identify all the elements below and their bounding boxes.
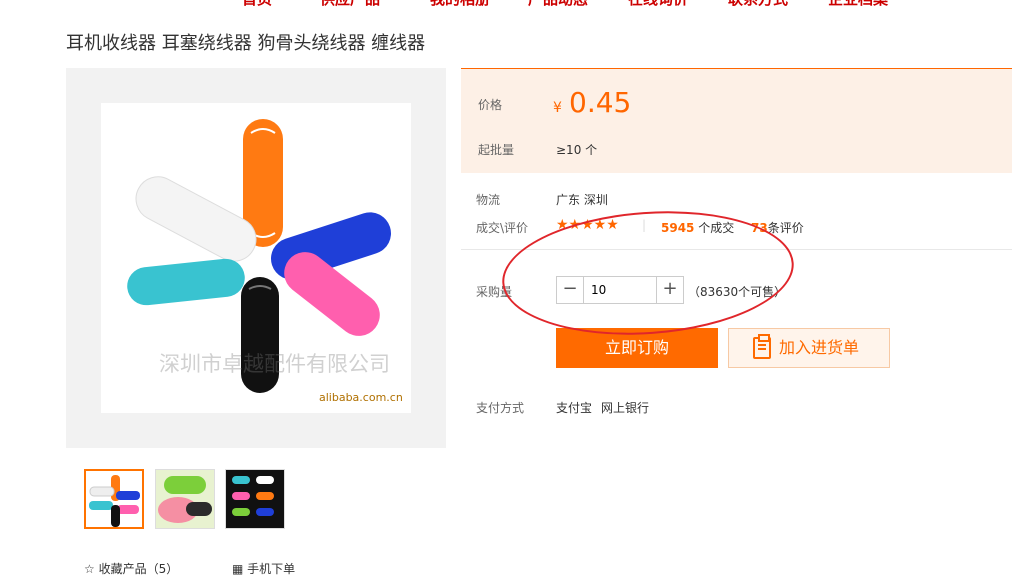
divider: [461, 249, 1012, 250]
price-label: 价格: [478, 98, 503, 112]
reviews-suffix: 条评价: [767, 221, 804, 235]
nav-news[interactable]: 产品动态: [528, 0, 588, 9]
reviews-row[interactable]: 73条评价: [751, 219, 804, 236]
main-product-image[interactable]: 深圳市卓越配件有限公司 alibaba.com.cn: [101, 103, 411, 413]
add-to-cart-label: 加入进货单: [779, 338, 860, 357]
mobile-order-label: 手机下单: [247, 562, 296, 576]
payment-label: 支付方式: [476, 401, 525, 415]
top-navigation: 首页 供应产品 我的相册 产品动态 在线询价 联系方式 企业档案: [0, 0, 1012, 10]
payment-online-bank: 网上银行: [601, 401, 650, 415]
product-gallery: 深圳市卓越配件有限公司 alibaba.com.cn: [66, 68, 446, 448]
increase-quantity-button[interactable]: +: [656, 277, 683, 303]
quantity-label: 采购量: [476, 285, 513, 299]
product-title: 耳机收线器 耳塞绕线器 狗骨头绕线器 缠线器: [66, 33, 426, 54]
deals-count-row[interactable]: 5945 个成交: [661, 219, 734, 236]
deals-count: 5945: [661, 221, 695, 235]
logistics-label: 物流: [476, 193, 501, 207]
star-outline-icon: ☆: [84, 562, 95, 576]
qr-code-icon: ▦: [232, 562, 244, 576]
nav-album[interactable]: 我的相册: [430, 0, 490, 9]
watermark: 深圳市卓越配件有限公司: [159, 352, 390, 376]
deals-divider: |: [642, 218, 647, 232]
moq-label: 起批量: [478, 143, 515, 157]
nav-home[interactable]: 首页: [242, 0, 272, 9]
nav-products[interactable]: 供应产品: [320, 0, 380, 9]
quantity-stepper: − +: [556, 276, 684, 304]
moq-value: ≥10 个: [556, 143, 598, 157]
thumbnail-2[interactable]: [155, 469, 215, 529]
add-to-cart-button[interactable]: 加入进货单: [728, 328, 890, 368]
buy-now-button[interactable]: 立即订购: [556, 328, 718, 368]
nav-profile[interactable]: 企业档案: [828, 0, 888, 9]
currency-symbol: ¥: [553, 100, 562, 116]
favorite-label: 收藏产品（5）: [98, 562, 179, 576]
price-value: 0.45: [569, 86, 632, 119]
clipboard-icon: [753, 334, 771, 359]
quantity-input[interactable]: [585, 278, 661, 302]
price-panel: [461, 68, 1012, 173]
deals-count-suffix: 个成交: [698, 221, 735, 235]
decrease-quantity-button[interactable]: −: [557, 277, 584, 303]
alibaba-source-text: alibaba.com.cn: [319, 391, 403, 404]
thumbnail-3[interactable]: [225, 469, 285, 529]
thumbnail-1[interactable]: [84, 469, 144, 529]
logistics-value: 广东 深圳: [556, 193, 608, 207]
nav-inquiry[interactable]: 在线询价: [628, 0, 688, 9]
deals-label: 成交\评价: [476, 221, 529, 235]
stock-available: （83630个可售）: [688, 285, 787, 299]
nav-contact[interactable]: 联系方式: [728, 0, 788, 9]
rating-stars: ★★★★★: [556, 217, 619, 233]
payment-alipay: 支付宝: [556, 401, 593, 415]
reviews-count: 73: [751, 221, 768, 235]
